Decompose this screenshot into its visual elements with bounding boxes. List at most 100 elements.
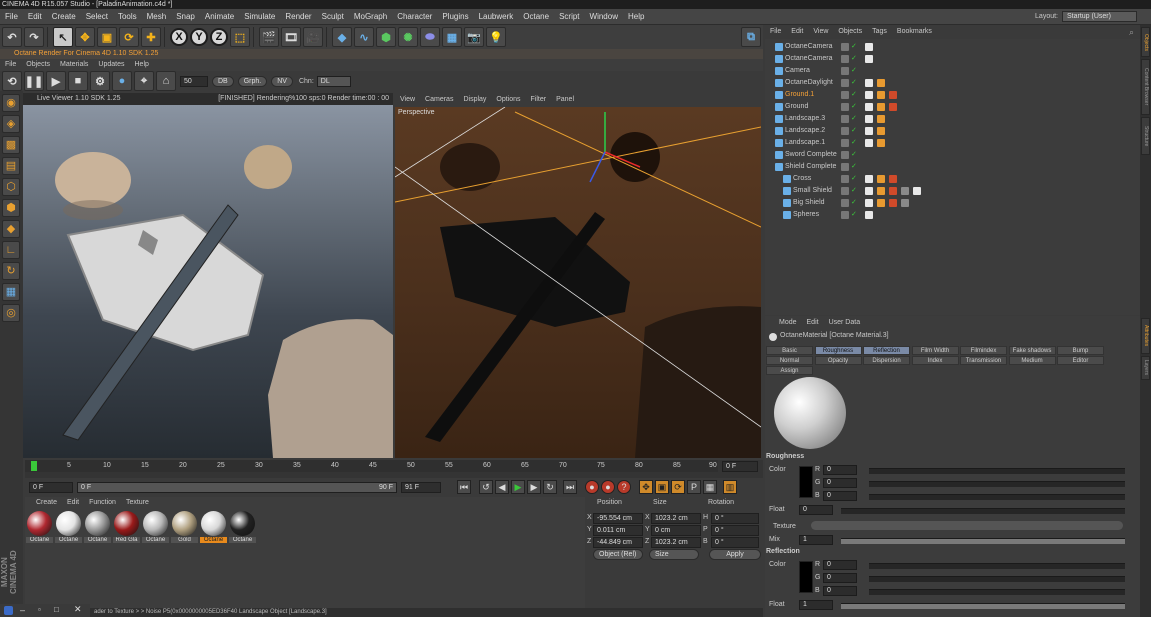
tab-medium[interactable]: Medium (1008, 356, 1056, 365)
enabled-check-icon[interactable]: ✓ (851, 41, 859, 50)
scale-key-icon[interactable]: ▣ (655, 480, 669, 494)
render-view-icon[interactable]: 🎬 (259, 27, 279, 47)
tab-assign[interactable]: Assign (766, 366, 813, 375)
material-item[interactable]: Octane (142, 511, 169, 548)
attribute-menu-userdata[interactable]: User Data (824, 316, 866, 330)
visibility-toggle-icon[interactable] (841, 151, 849, 159)
texture-mode-icon[interactable]: ▩ (2, 136, 20, 154)
roughness-r-slider[interactable] (869, 468, 1125, 474)
search-icon[interactable]: ⌕ (1129, 27, 1134, 38)
tab-bump[interactable]: Bump (1057, 346, 1104, 355)
deformer-icon[interactable]: ⬬ (420, 27, 440, 47)
reflection-float-field[interactable]: 1 (799, 600, 833, 610)
array-icon[interactable]: ✺ (398, 27, 418, 47)
tab-content-browser[interactable]: Content Browser (1141, 59, 1150, 115)
roughness-mix-slider[interactable] (841, 538, 1125, 544)
scale-icon[interactable]: ▣ (97, 27, 117, 47)
z-axis-lock-icon[interactable]: Z (210, 28, 228, 46)
enabled-check-icon[interactable]: ✓ (851, 89, 859, 98)
material-item[interactable]: Octane (229, 511, 256, 548)
tweak-icon[interactable]: ↻ (2, 262, 20, 280)
visibility-toggle-icon[interactable] (841, 55, 849, 63)
object-row[interactable]: Small Shield ✓ (765, 185, 1140, 197)
material-item[interactable]: Octane (55, 511, 82, 548)
object-tag-icon[interactable] (877, 199, 885, 207)
recent-tools-icon[interactable]: ✚ (141, 27, 161, 47)
object-tag-icon[interactable] (865, 91, 873, 99)
menu-window[interactable]: Window (585, 9, 623, 25)
material-item[interactable]: Octane (26, 511, 53, 548)
tab-roughness[interactable]: Roughness (814, 346, 862, 355)
object-row[interactable]: Landscape.3 ✓ (765, 113, 1140, 125)
playhead[interactable] (31, 461, 37, 471)
material-item[interactable]: Octane (84, 511, 111, 548)
pick-icon[interactable]: ⌖ (134, 71, 154, 91)
locked-workplane-icon[interactable]: ◎ (2, 304, 20, 322)
play-icon[interactable]: ▶ (511, 480, 525, 494)
record-icon[interactable]: ● (585, 480, 599, 494)
tab-index[interactable]: Index (911, 356, 959, 365)
material-item[interactable]: Octane (200, 511, 227, 548)
menu-snap[interactable]: Snap (171, 9, 200, 25)
octane-menu-objects[interactable]: Objects (21, 59, 55, 71)
enabled-check-icon[interactable]: ✓ (851, 149, 859, 158)
tab-editor[interactable]: Editor (1057, 356, 1104, 365)
size-mode-dropdown[interactable]: Size (649, 549, 699, 560)
menu-octane[interactable]: Octane (518, 9, 554, 25)
octane-menu-help[interactable]: Help (130, 59, 154, 71)
material-preview[interactable] (774, 377, 846, 449)
visibility-toggle-icon[interactable] (841, 67, 849, 75)
roughness-float-field[interactable]: 0 (799, 505, 833, 515)
roughness-b-field[interactable]: 0 (823, 491, 857, 501)
object-row[interactable]: Ground ✓ (765, 101, 1140, 113)
object-menu-bookmarks[interactable]: Bookmarks (892, 25, 937, 39)
enabled-check-icon[interactable]: ✓ (851, 113, 859, 122)
object-tag-icon[interactable] (877, 127, 885, 135)
menu-script[interactable]: Script (554, 9, 584, 25)
enabled-check-icon[interactable]: ✓ (851, 173, 859, 182)
attribute-menu-edit[interactable]: Edit (802, 316, 824, 330)
close-icon[interactable]: ✕ (74, 604, 82, 615)
make-editable-icon[interactable]: ◉ (2, 94, 20, 112)
roughness-mix-field[interactable]: 1 (799, 535, 833, 545)
globe-icon[interactable]: ● (112, 71, 132, 91)
object-row[interactable]: OctaneCamera ✓ (765, 53, 1140, 65)
apply-button[interactable]: Apply (709, 549, 761, 560)
polygons-mode-icon[interactable]: ◆ (2, 220, 20, 238)
keyframe-selection-icon[interactable]: ? (617, 480, 631, 494)
tab-transmission[interactable]: Transmission (960, 356, 1007, 365)
tab-normal[interactable]: Normal (766, 356, 813, 365)
coordinate-system-icon[interactable]: ⬚ (230, 27, 250, 47)
snap-icon[interactable]: ▦ (2, 283, 20, 301)
menu-character[interactable]: Character (392, 9, 437, 25)
autokey-icon[interactable]: ● (601, 480, 615, 494)
menu-tools[interactable]: Tools (113, 9, 142, 25)
rot-p-field[interactable]: 0 ° (711, 525, 759, 536)
rotation-key-icon[interactable]: ⟳ (671, 480, 685, 494)
maximize-icon[interactable]: □ (54, 605, 59, 614)
object-tag-icon[interactable] (877, 175, 885, 183)
object-tag-icon[interactable] (877, 187, 885, 195)
enabled-check-icon[interactable]: ✓ (851, 209, 859, 218)
object-menu-file[interactable]: File (765, 25, 786, 39)
tab-opacity[interactable]: Opacity (814, 356, 862, 365)
pause-icon[interactable]: ❚❚ (24, 71, 44, 91)
object-tag-icon[interactable] (889, 199, 897, 207)
object-row[interactable]: Spheres ✓ (765, 209, 1140, 221)
camera-icon[interactable]: 📷 (464, 27, 484, 47)
enabled-check-icon[interactable]: ✓ (851, 53, 859, 62)
tab-structure[interactable]: Structure (1141, 117, 1150, 155)
reflection-b-field[interactable]: 0 (823, 586, 857, 596)
render-picture-viewer-icon[interactable]: 🎞 (281, 27, 301, 47)
menu-create[interactable]: Create (47, 9, 81, 25)
visibility-toggle-icon[interactable] (841, 139, 849, 147)
enabled-check-icon[interactable]: ✓ (851, 185, 859, 194)
timeline[interactable]: 0 5 10 15 20 25 30 35 40 45 50 55 60 65 … (25, 460, 763, 478)
octane-value-field[interactable]: 50 (180, 75, 208, 87)
tab-reflection[interactable]: Reflection (863, 346, 910, 355)
y-axis-lock-icon[interactable]: Y (190, 28, 208, 46)
object-menu-tags[interactable]: Tags (867, 25, 892, 39)
tab-objects[interactable]: Objects (1141, 27, 1150, 57)
object-tag-icon[interactable] (889, 175, 897, 183)
pla-key-icon[interactable]: ▦ (703, 480, 717, 494)
